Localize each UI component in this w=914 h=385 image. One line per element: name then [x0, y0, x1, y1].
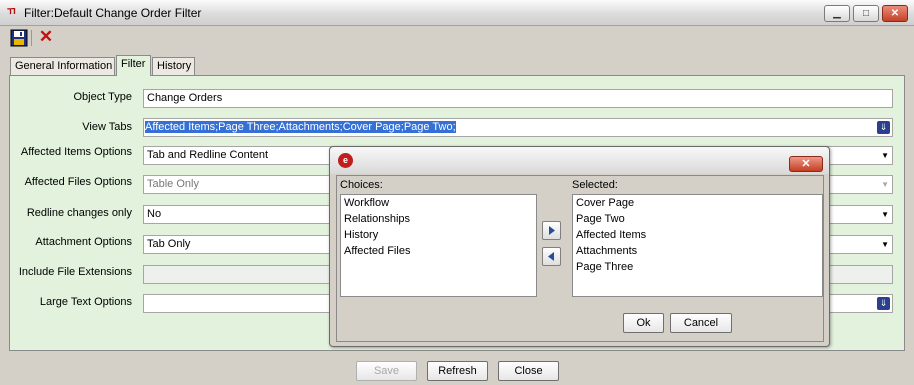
object-type-value: Change Orders	[147, 92, 223, 104]
view-tabs-value: Affected Items;Page Three;Attachments;Co…	[145, 121, 456, 133]
save-toolbar-button[interactable]	[10, 29, 28, 47]
view-tabs-label: View Tabs	[82, 121, 132, 133]
chevron-down-icon: ▼	[881, 180, 889, 189]
choices-label: Choices:	[340, 179, 383, 191]
dialog-title-bar: e ✕	[330, 147, 829, 174]
arrow-right-icon	[549, 226, 555, 235]
affected-files-options-label: Affected Files Options	[24, 176, 132, 188]
cancel-button[interactable]: Cancel	[670, 313, 732, 333]
affected-items-options-value: Tab and Redline Content	[147, 149, 269, 161]
list-item[interactable]: Affected Files	[341, 243, 536, 259]
list-item[interactable]: History	[341, 227, 536, 243]
include-file-extensions-label: Include File Extensions	[18, 266, 132, 278]
close-icon: ✕	[890, 8, 900, 19]
tab-general-information[interactable]: General Information	[10, 57, 115, 75]
delete-x-icon: ✕	[38, 27, 54, 46]
refresh-button[interactable]: Refresh	[427, 361, 488, 381]
delete-toolbar-button[interactable]: ✕	[37, 27, 55, 47]
close-window-button[interactable]: ✕	[882, 5, 908, 22]
double-down-arrow-icon: ⇓	[879, 122, 888, 132]
tab-filter[interactable]: Filter	[116, 55, 151, 76]
app-icon: ㄲ	[6, 6, 17, 18]
title-bar: ㄲ Filter:Default Change Order Filter ▁ □…	[0, 0, 914, 26]
floppy-disk-icon	[10, 29, 28, 47]
toolbar-separator	[31, 30, 32, 46]
list-item[interactable]: Affected Items	[573, 227, 822, 243]
dialog-body: Choices: Workflow Relationships History …	[336, 175, 824, 342]
large-text-options-label: Large Text Options	[39, 296, 132, 308]
redline-changes-only-value: No	[147, 208, 162, 220]
list-item[interactable]: Cover Page	[573, 195, 822, 211]
app-logo-icon: e	[338, 153, 353, 168]
list-item[interactable]: Page Two	[573, 211, 822, 227]
redline-changes-only-label: Redline changes only	[26, 207, 132, 219]
dialog-close-button[interactable]: ✕	[789, 156, 823, 172]
save-button[interactable]: Save	[356, 361, 417, 381]
ok-button[interactable]: Ok	[623, 313, 664, 333]
chevron-down-icon: ▼	[881, 151, 889, 160]
close-icon: ✕	[801, 158, 811, 170]
close-button[interactable]: Close	[498, 361, 559, 381]
list-item[interactable]: Relationships	[341, 211, 536, 227]
double-down-arrow-icon: ⇓	[879, 298, 888, 308]
affected-files-options-value: Table Only	[147, 178, 199, 190]
chevron-down-icon: ▼	[881, 210, 889, 219]
attachment-options-value: Tab Only	[147, 238, 191, 250]
list-item[interactable]: Page Three	[573, 259, 822, 275]
object-type-field[interactable]: Change Orders	[143, 89, 893, 108]
large-text-options-picker-button[interactable]: ⇓	[877, 297, 890, 310]
move-right-button[interactable]	[542, 221, 561, 240]
window-title: Filter:Default Change Order Filter	[24, 6, 202, 20]
toolbar: ✕	[0, 27, 914, 49]
arrow-left-icon	[548, 252, 554, 261]
move-left-button[interactable]	[542, 247, 561, 266]
tab-history[interactable]: History	[152, 57, 195, 75]
choices-list[interactable]: Workflow Relationships History Affected …	[340, 194, 537, 297]
selected-label: Selected:	[572, 179, 618, 191]
maximize-button[interactable]: □	[853, 5, 879, 22]
list-item[interactable]: Workflow	[341, 195, 536, 211]
minimize-button[interactable]: ▁	[824, 5, 850, 22]
maximize-icon: □	[862, 8, 870, 19]
view-tabs-field[interactable]: Affected Items;Page Three;Attachments;Co…	[143, 118, 893, 137]
view-tabs-dialog: e ✕ Choices: Workflow Relationships Hist…	[329, 146, 830, 347]
object-type-label: Object Type	[73, 91, 133, 103]
chevron-down-icon: ▼	[881, 240, 889, 249]
view-tabs-picker-button[interactable]: ⇓	[877, 121, 890, 134]
selected-list[interactable]: Cover Page Page Two Affected Items Attac…	[572, 194, 823, 297]
list-item[interactable]: Attachments	[573, 243, 822, 259]
attachment-options-label: Attachment Options	[35, 236, 132, 248]
minimize-icon: ▁	[833, 8, 841, 19]
affected-items-options-label: Affected Items Options	[20, 146, 132, 158]
